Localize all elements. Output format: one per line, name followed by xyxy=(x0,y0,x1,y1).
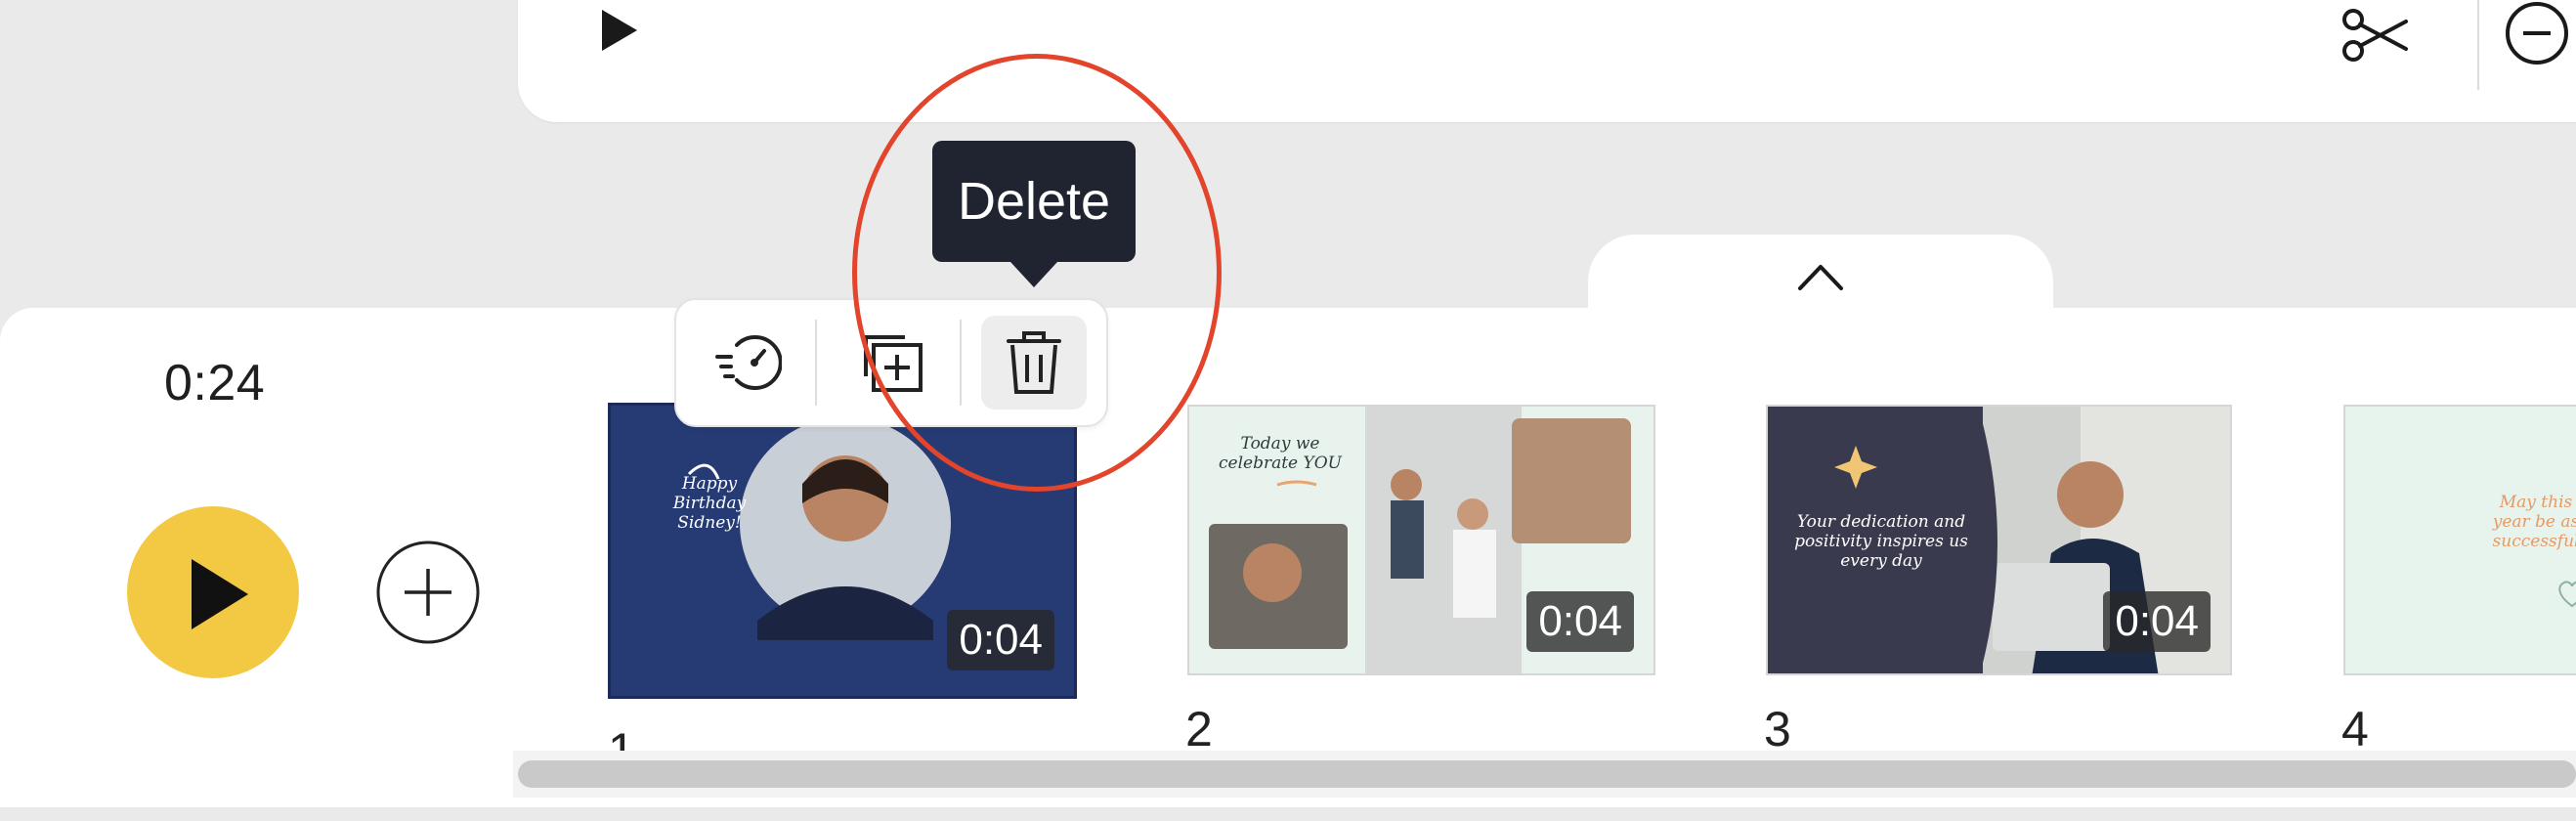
scissors-icon xyxy=(2342,9,2408,62)
zoom-out-button[interactable] xyxy=(2498,0,2576,72)
scene-thumbnail-4[interactable]: May this year be as successful xyxy=(2343,405,2576,675)
toolbar-divider xyxy=(2477,0,2479,90)
play-icon xyxy=(602,10,637,51)
scene-thumbnail-1[interactable]: Happy Birthday Sidney! 0:04 xyxy=(608,403,1077,699)
top-panel xyxy=(518,0,2576,122)
preview-play-button[interactable] xyxy=(598,6,641,55)
speed-icon xyxy=(715,335,782,390)
plus-circle-icon xyxy=(376,540,480,644)
scene-duration: 0:04 xyxy=(2103,591,2211,652)
expand-panel-tab[interactable] xyxy=(1588,235,2053,342)
scene-caption: Today we celebrate YOU xyxy=(1218,434,1342,473)
scene-number: 1 xyxy=(608,725,635,751)
scene-thumbnail-2[interactable]: Today we celebrate YOU 0:04 xyxy=(1187,405,1655,675)
scene-duration: 0:04 xyxy=(947,610,1054,670)
scene-number: 4 xyxy=(2341,704,2369,751)
scene-toolbar xyxy=(674,298,1108,427)
trash-icon xyxy=(1007,331,1061,394)
heart-icon xyxy=(2558,581,2576,608)
zoom-out-icon xyxy=(2506,2,2568,65)
duplicate-button[interactable] xyxy=(840,316,946,410)
scene-caption: May this year be as successful xyxy=(2492,493,2576,551)
toolbar-separator xyxy=(960,320,962,406)
tooltip-arrow xyxy=(1010,262,1057,287)
toolbar-separator xyxy=(815,320,817,406)
bottom-edge xyxy=(0,807,2576,821)
add-scene-button[interactable] xyxy=(375,540,481,645)
delete-button[interactable] xyxy=(981,316,1087,410)
scene-duration: 0:04 xyxy=(1526,591,1634,652)
play-icon xyxy=(192,559,248,629)
play-button[interactable] xyxy=(127,506,299,678)
scene-caption: Your dedication and positivity inspires … xyxy=(1794,512,1968,571)
scene-caption: Happy Birthday Sidney! xyxy=(672,474,747,533)
duplicate-icon xyxy=(864,335,923,392)
scene-number: 2 xyxy=(1185,704,1213,751)
speed-button[interactable] xyxy=(696,316,801,410)
scene-thumbnail-3[interactable]: Your dedication and positivity inspires … xyxy=(1766,405,2232,675)
scene-number: 3 xyxy=(1764,704,1791,751)
split-button[interactable] xyxy=(2340,4,2410,66)
total-time: 0:24 xyxy=(164,355,266,411)
horizontal-scrollbar[interactable] xyxy=(518,760,2576,788)
delete-tooltip: Delete xyxy=(932,141,1136,262)
chevron-up-icon xyxy=(1798,265,1843,290)
